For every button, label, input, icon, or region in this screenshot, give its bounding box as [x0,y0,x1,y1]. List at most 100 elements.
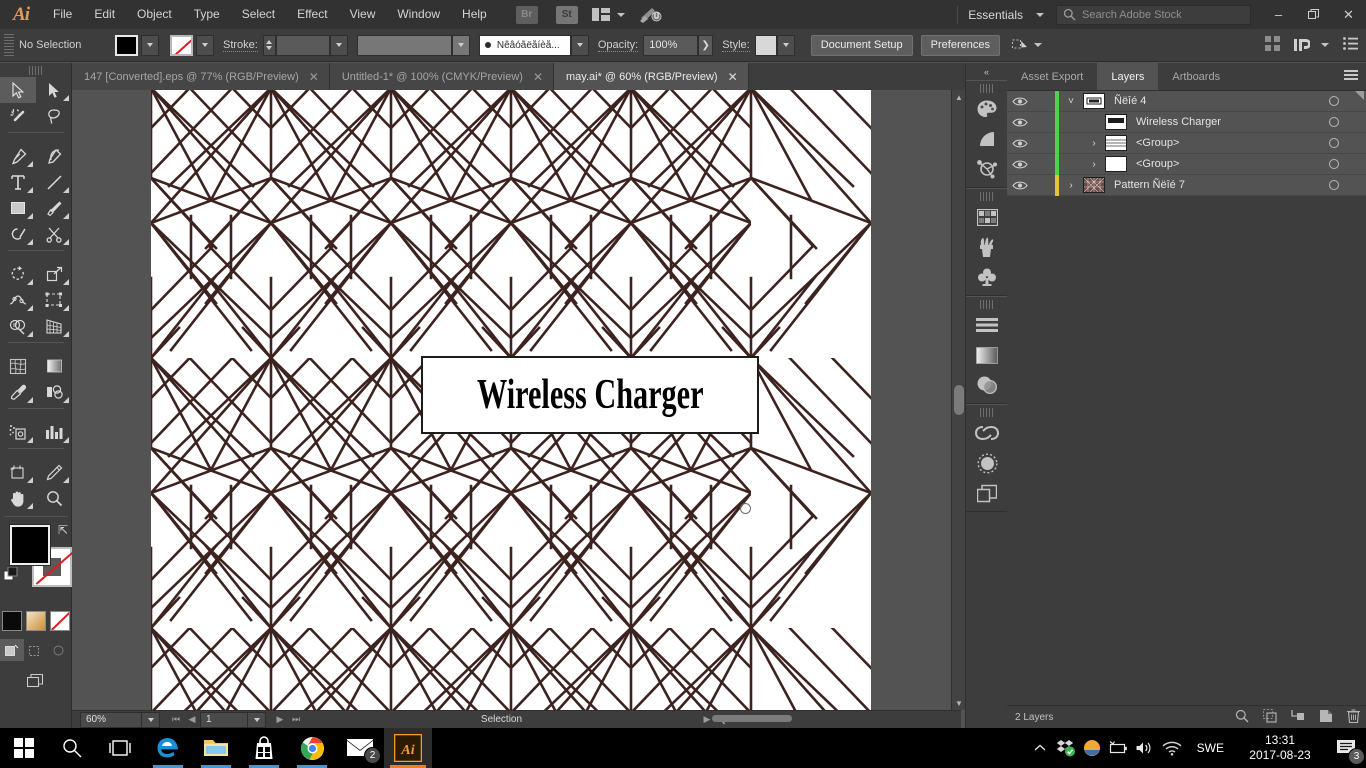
tab-artboards[interactable]: Artboards [1158,63,1234,90]
lasso-tool[interactable] [36,103,72,129]
horizontal-scroll-thumb[interactable] [712,715,792,722]
layer-row-1[interactable]: Wireless Charger [1007,111,1366,133]
language-indicator[interactable]: SWE [1187,741,1234,755]
graphic-style-swatch[interactable] [754,34,777,56]
tab-layers[interactable]: Layers [1097,63,1159,90]
libraries-panel-icon[interactable] [966,418,1008,448]
edge-icon[interactable] [144,728,192,768]
bridge-button[interactable]: Br [515,5,538,24]
tab-close-icon[interactable]: ✕ [533,70,543,84]
stroke-dropdown[interactable] [196,34,214,56]
menu-select[interactable]: Select [231,0,286,29]
locate-object-icon[interactable] [1235,709,1249,726]
color-swatch-button[interactable] [1,611,22,631]
gradient-swatch-button[interactable] [25,611,46,631]
stroke-weight-dropdown[interactable] [329,34,348,56]
opacity-options-button[interactable]: ❯ [698,34,714,56]
stock-button[interactable]: St [555,5,578,24]
type-tool[interactable] [0,169,36,195]
dropbox-icon[interactable] [1053,728,1079,768]
document-setup-button[interactable]: Document Setup [810,34,913,56]
layer-row-3[interactable]: › <Group> [1007,153,1366,175]
menu-effect[interactable]: Effect [286,0,338,29]
column-graph-tool[interactable] [36,419,72,445]
stock-search-input[interactable]: Search Adobe Stock [1056,4,1251,25]
clock[interactable]: 13:31 2017-08-23 [1234,733,1326,763]
control-bar-grip[interactable] [4,34,14,56]
tools-panel-grip[interactable] [28,66,43,75]
document-tab-1[interactable]: Untitled-1* @ 100% (CMYK/Preview) ✕ [329,63,555,90]
stroke-weight-field[interactable] [275,34,330,56]
stroke-profile-dropdown[interactable] [451,34,470,56]
workspace-label[interactable]: Essentials [968,8,1029,22]
pen-tool[interactable] [0,143,36,169]
none-swatch-button[interactable] [49,611,70,631]
transform-group[interactable] [1011,38,1042,52]
menu-object[interactable]: Object [126,0,183,29]
dock-group-grip[interactable] [980,300,993,309]
free-transform-tool[interactable] [36,287,72,313]
arrange-objects-group[interactable] [1294,38,1329,52]
brushes-panel-icon[interactable] [966,232,1008,262]
tab-close-icon[interactable]: ✕ [728,70,738,84]
scroll-up-button[interactable]: ▲ [952,90,966,104]
make-clipping-mask-icon[interactable] [1262,708,1277,726]
gradient-tool[interactable] [36,353,72,379]
layer-name[interactable]: Ñëîé 4 [1114,95,1146,107]
document-tab-2[interactable]: may.ai* @ 60% (RGB/Preview) ✕ [554,63,749,90]
magic-wand-tool[interactable] [0,103,36,129]
arrange-documents-icon[interactable] [591,8,610,21]
maximize-button[interactable] [1296,0,1331,29]
draw-normal-button[interactable] [0,639,24,661]
show-hidden-icons[interactable] [1027,728,1053,768]
start-icon[interactable] [0,728,48,768]
new-layer-icon[interactable] [1319,709,1333,726]
layer-name[interactable]: Pattern Ñëîé 7 [1114,179,1185,191]
tab-close-icon[interactable]: ✕ [309,70,319,84]
artboard[interactable]: Wireless Charger [151,90,871,710]
store-icon[interactable] [240,728,288,768]
symbol-sprayer-tool[interactable] [0,419,36,445]
artboard-tool[interactable] [0,459,36,485]
canvas-horizontal-scrollbar[interactable] [72,714,961,724]
tab-asset-export[interactable]: Asset Export [1007,63,1097,90]
hand-tool[interactable] [0,485,36,511]
file-explorer-icon[interactable] [192,728,240,768]
vertical-scroll-thumb[interactable] [954,385,964,415]
menu-window[interactable]: Window [386,0,451,29]
scale-tool[interactable] [36,261,72,287]
dock-group-grip[interactable] [980,192,993,201]
chrome-icon[interactable] [288,728,336,768]
paintbrush-tool[interactable] [36,195,72,221]
layer-row-4[interactable]: › Pattern Ñëîé 7 [1007,174,1366,196]
shaper-tool[interactable] [0,221,36,247]
dock-group-grip[interactable] [980,84,993,93]
visibility-toggle-icon[interactable] [1007,138,1033,149]
go-cloud-icon[interactable] [639,6,663,24]
minimize-button[interactable]: – [1261,0,1296,29]
gradient-panel-icon[interactable] [966,340,1008,370]
selection-tool[interactable] [0,77,36,103]
default-fill-stroke-icon[interactable] [3,566,18,581]
preferences-button[interactable]: Preferences [920,34,1000,56]
symbols-panel-icon[interactable] [966,154,1008,184]
target-indicator[interactable] [1329,159,1339,169]
battery-icon[interactable] [1105,728,1131,768]
target-indicator[interactable] [1329,138,1339,148]
visibility-toggle-icon[interactable] [1007,96,1033,107]
layer-row-0[interactable]: ˅ Ñëîé 4 [1007,90,1366,112]
canvas-area[interactable]: Wireless Charger [72,90,961,710]
canvas-vertical-scrollbar[interactable]: ▲ ▼ [951,90,965,710]
volume-icon[interactable] [1131,728,1157,768]
shape-builder-tool[interactable] [0,313,36,339]
expand-layer-icon[interactable]: ˅ [1059,96,1083,107]
screen-mode-button[interactable] [24,671,48,693]
swatches-panel-icon[interactable] [966,202,1008,232]
menu-help[interactable]: Help [451,0,498,29]
graphic-styles-icon[interactable] [966,262,1008,292]
align-icon[interactable] [1265,36,1280,54]
panel-menu-icon[interactable] [1344,70,1358,82]
slice-tool[interactable] [36,459,72,485]
draw-behind-button[interactable] [24,639,48,661]
zoom-tool[interactable] [36,485,72,511]
